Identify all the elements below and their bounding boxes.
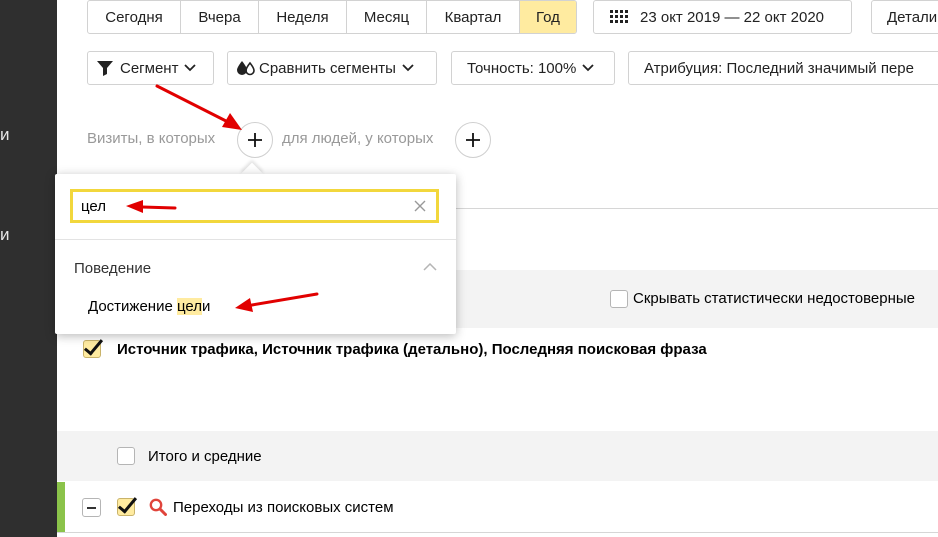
goal-achievement-option[interactable]: Достижение цели (88, 298, 210, 315)
arrow-to-plus-head (222, 113, 242, 130)
people-condition-label: для людей, у которых (282, 130, 434, 147)
filter-icon (97, 61, 113, 76)
search-query-text: цел (81, 198, 107, 215)
detail-button[interactable]: Детали (871, 0, 938, 34)
date-range-text: 23 окт 2019 — 22 окт 2020 (640, 8, 824, 26)
plus-icon (248, 133, 262, 147)
grouping-checkbox[interactable] (83, 340, 101, 358)
attribution-label: Атрибуция: Последний значимый пере (644, 59, 914, 77)
nav-item-fragment[interactable]: и (0, 125, 10, 145)
accuracy-label: Точность: 100% (467, 59, 577, 77)
search-engine-icon (149, 498, 167, 516)
period-selector: Сегодня Вчера Неделя Месяц Квартал Год (87, 0, 577, 34)
option-text-suffix: и (202, 298, 211, 315)
segment-button[interactable]: Сегмент (87, 51, 214, 85)
period-today-button[interactable]: Сегодня (88, 1, 181, 33)
chevron-down-icon (582, 64, 594, 72)
collapse-button[interactable] (82, 498, 101, 517)
plus-icon (466, 133, 480, 147)
section-divider (456, 208, 938, 209)
add-visit-condition-button[interactable] (237, 122, 273, 158)
row-color-indicator (57, 482, 65, 532)
period-week-button[interactable]: Неделя (259, 1, 347, 33)
grouping-label: Источник трафика, Источник трафика (дета… (117, 341, 707, 358)
left-navigation: и и (0, 0, 57, 537)
chevron-down-icon (184, 64, 197, 72)
option-text-highlight: цел (176, 298, 202, 315)
popup-divider (55, 239, 456, 240)
row-label: Переходы из поисковых систем (173, 499, 394, 516)
row-divider (57, 532, 938, 533)
table-row[interactable]: Переходы из поисковых систем (57, 482, 938, 532)
minus-icon (87, 506, 96, 509)
option-text-prefix: Достижение (88, 298, 177, 315)
visits-condition-label: Визиты, в которых (87, 130, 216, 147)
compare-segments-button[interactable]: Сравнить сегменты (227, 51, 437, 85)
row-checkbox[interactable] (117, 498, 135, 516)
period-quarter-button[interactable]: Квартал (427, 1, 520, 33)
condition-search-popup: цел Поведение Достижение цели (55, 174, 456, 334)
chevron-up-icon[interactable] (423, 263, 437, 271)
totals-row: Итого и средние (57, 431, 938, 481)
compare-segments-label: Сравнить сегменты (259, 59, 396, 77)
period-yesterday-button[interactable]: Вчера (181, 1, 259, 33)
date-range-button[interactable]: 23 окт 2019 — 22 окт 2020 (593, 0, 852, 34)
detail-button-label: Детали (887, 8, 938, 26)
add-people-condition-button[interactable] (455, 122, 491, 158)
segment-button-label: Сегмент (120, 59, 179, 77)
period-year-button[interactable]: Год (520, 1, 576, 33)
category-behavior-label: Поведение (74, 260, 152, 277)
chevron-down-icon (402, 64, 414, 72)
nav-item-fragment[interactable]: и (0, 225, 10, 245)
clear-icon[interactable] (414, 200, 426, 212)
attribution-button[interactable]: Атрибуция: Последний значимый пере (628, 51, 938, 85)
calendar-icon (610, 10, 628, 23)
accuracy-button[interactable]: Точность: 100% (451, 51, 615, 85)
arrow-to-plus-line (155, 84, 230, 124)
totals-checkbox[interactable] (117, 447, 135, 465)
totals-label: Итого и средние (148, 448, 262, 465)
hide-unreliable-checkbox[interactable] (610, 290, 628, 308)
condition-search-input[interactable]: цел (70, 189, 439, 223)
hide-unreliable-label: Скрывать статистически недостоверные (633, 290, 915, 307)
compare-drops-icon (237, 61, 255, 76)
period-month-button[interactable]: Месяц (347, 1, 427, 33)
